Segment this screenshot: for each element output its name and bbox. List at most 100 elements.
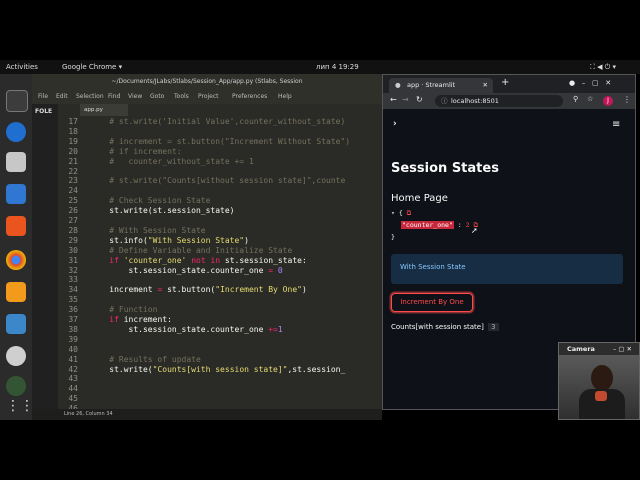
code-token: not in xyxy=(191,255,221,265)
camera-feed xyxy=(559,355,639,419)
back-icon[interactable]: ← xyxy=(390,95,397,104)
software-center-icon[interactable] xyxy=(6,216,26,236)
menu-item-goto[interactable]: Goto xyxy=(150,90,164,104)
code-line: # st.write("Counts[without session state… xyxy=(90,176,345,186)
file-tab[interactable]: app.py xyxy=(80,104,128,116)
result-label: Counts[with session state] xyxy=(391,323,484,331)
line-number: 35 xyxy=(68,295,78,305)
toolbar: ← → ↻ ⓘ localhost:8501 ⚲ ☆ J ⋮ xyxy=(383,93,635,109)
code-token: "Counts[with session state]" xyxy=(152,364,288,374)
system-status-icons[interactable]: ⛶ ◀ ⏻ ▾ xyxy=(590,60,616,74)
search-icon[interactable]: ⚲ xyxy=(573,95,578,103)
chrome-icon[interactable] xyxy=(6,250,26,270)
code-line: # st.write('Initial Value',counter_witho… xyxy=(90,117,345,127)
line-number: 38 xyxy=(68,324,78,334)
code-token: # counter_without_state += 1 xyxy=(90,156,254,166)
code-line: st.write(st.session_state) xyxy=(90,206,234,216)
code-token: increment xyxy=(90,285,158,295)
json-entry: "counter_one" : 2 ⧉ xyxy=(401,221,479,229)
code-line: # counter_without_state += 1 xyxy=(90,157,254,167)
code-token: 'counter_one' xyxy=(123,255,187,265)
code-token: st.info( xyxy=(90,235,148,245)
menu-item-view[interactable]: View xyxy=(128,90,142,104)
menu-item-selection[interactable]: Selection xyxy=(76,90,104,104)
line-number: 23 xyxy=(68,176,78,186)
search-tool-icon[interactable] xyxy=(6,346,26,366)
menu-item-edit[interactable]: Edit xyxy=(56,90,68,104)
screenshot-icon[interactable] xyxy=(6,314,26,334)
menu-item-help[interactable]: Help xyxy=(278,90,292,104)
kebab-menu-icon[interactable]: ⋮ xyxy=(623,95,631,104)
code-line: if increment: xyxy=(90,315,172,325)
code-token: "With Session State" xyxy=(147,235,245,245)
sidebar-expand-icon[interactable]: › xyxy=(393,119,397,129)
session-state-json[interactable]: ▾ { ⧉ "counter_one" : 2 ⧉ } xyxy=(391,209,478,241)
json-close-brace: } xyxy=(391,233,395,241)
camera-window-controls[interactable]: – ▢ ✕ xyxy=(613,343,632,355)
code-editor-window: ~/Documents/JLabs/Stlabs/Session_App/app… xyxy=(32,74,382,420)
menu-item-file[interactable]: File xyxy=(38,90,48,104)
window-controls[interactable]: ● – ▢ ✕ xyxy=(569,79,611,87)
line-number: 28 xyxy=(68,225,78,235)
dock: ⋮⋮ xyxy=(0,74,34,420)
letterbox-bottom xyxy=(0,420,640,480)
folders-label: FOLE xyxy=(35,108,53,115)
system-top-bar: Activities Google Chrome ▾ лип 4 19:29 ⛶… xyxy=(0,60,640,74)
code-token: ) xyxy=(301,285,307,295)
menu-item-preferences[interactable]: Preferences xyxy=(232,90,267,104)
code-token: increment: xyxy=(118,315,172,324)
line-number: 19 xyxy=(68,136,78,146)
writer-icon[interactable] xyxy=(6,184,26,204)
bookmark-star-icon[interactable]: ☆ xyxy=(587,95,593,103)
code-line: # Results of update xyxy=(90,355,201,365)
result-line: Counts[with session state] 3 xyxy=(391,323,499,331)
code-line: # Check Session State xyxy=(90,196,210,206)
line-number: 41 xyxy=(68,354,78,364)
terminal-icon[interactable] xyxy=(6,90,28,112)
address-bar[interactable]: ⓘ localhost:8501 xyxy=(435,95,563,107)
code-line: # With Session State xyxy=(90,226,205,236)
code-token: st.button( xyxy=(162,285,216,295)
code-line: if 'counter_one' not in st.session_state… xyxy=(90,256,307,266)
menu-item-project[interactable]: Project xyxy=(198,90,219,104)
close-tab-icon[interactable]: ✕ xyxy=(483,78,488,93)
menu-item-find[interactable]: Find xyxy=(108,90,120,104)
code-line: # Define Variable and Initialize State xyxy=(90,246,292,256)
line-number: 24 xyxy=(68,186,78,196)
clock[interactable]: лип 4 19:29 xyxy=(316,60,359,74)
code-line: st.write("Counts[with session state]",st… xyxy=(90,365,345,375)
line-number: 30 xyxy=(68,245,78,255)
letterbox-top xyxy=(0,0,640,60)
code-area[interactable]: 17 # st.write('Initial Value',counter_wi… xyxy=(32,116,382,413)
camera-window: Camera – ▢ ✕ xyxy=(558,342,640,420)
increment-button[interactable]: Increment By One xyxy=(391,293,473,312)
thunderbird-icon[interactable] xyxy=(6,122,26,142)
active-app-menu[interactable]: Google Chrome ▾ xyxy=(62,60,122,74)
files-icon[interactable] xyxy=(6,152,26,172)
app-grid-icon[interactable]: ⋮⋮ xyxy=(6,396,34,416)
browser-tab[interactable]: ● app · Streamlit ✕ xyxy=(389,78,493,93)
code-token: st.session_state.counter_one xyxy=(90,265,269,275)
reload-icon[interactable]: ↻ xyxy=(416,95,423,104)
code-token: st.session_state.counter_one xyxy=(90,324,269,334)
hamburger-menu-icon[interactable]: ≡ xyxy=(612,119,620,130)
profile-avatar[interactable]: J xyxy=(603,96,613,106)
line-number: 37 xyxy=(68,315,78,324)
code-token: # Check Session State xyxy=(90,196,211,206)
forward-icon[interactable]: → xyxy=(402,95,409,104)
code-token: if xyxy=(109,315,119,324)
person-head xyxy=(591,365,613,391)
json-value: 2 xyxy=(465,221,470,229)
editor-menubar: File Edit Selection Find View Goto Tools Projec… xyxy=(32,90,382,104)
line-number: 34 xyxy=(68,285,78,295)
code-line: st.session_state.counter_one = 0 xyxy=(90,266,283,276)
spinner-icon[interactable] xyxy=(6,376,26,396)
menu-item-tools[interactable]: Tools xyxy=(174,90,189,104)
code-line: # if increment: xyxy=(90,147,181,157)
sublime-icon[interactable] xyxy=(6,282,26,302)
camera-titlebar: Camera – ▢ ✕ xyxy=(559,343,639,355)
code-line: st.session_state.counter_one +=1 xyxy=(90,325,283,335)
activities-button[interactable]: Activities xyxy=(6,60,38,74)
new-tab-button[interactable]: + xyxy=(501,77,509,88)
